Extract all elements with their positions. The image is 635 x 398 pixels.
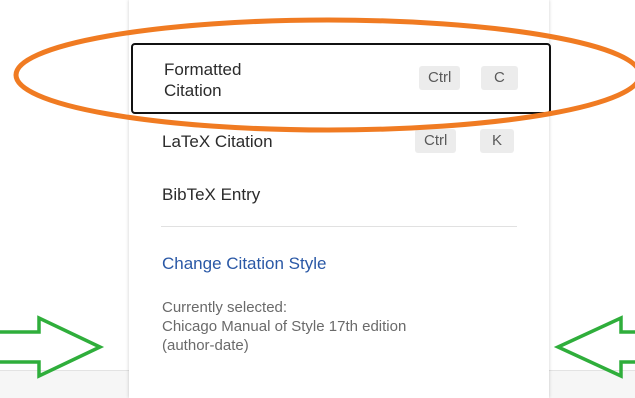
right-arrow-icon xyxy=(553,315,635,379)
bibtex-entry-item[interactable]: BibTeX Entry xyxy=(129,178,549,210)
formatted-citation-label-line1: Formatted xyxy=(164,60,242,79)
shortcut-k-key: K xyxy=(480,129,515,153)
latex-citation-label: LaTeX Citation xyxy=(162,132,273,151)
shortcut-c-key: C xyxy=(481,66,518,90)
shortcut-ctrl-key: Ctrl xyxy=(419,66,461,90)
screenshot-stage: Formatted Citation Ctrl C LaTeX Citation… xyxy=(0,0,635,398)
menu-divider xyxy=(161,226,517,227)
current-style-variant: (author-date) xyxy=(162,337,249,354)
formatted-citation-label-line2: Citation xyxy=(164,81,222,100)
bibtex-entry-label: BibTeX Entry xyxy=(162,185,261,204)
citation-menu: Formatted Citation Ctrl C LaTeX Citation… xyxy=(129,0,551,398)
current-style-name: Chicago Manual of Style 17th edition xyxy=(162,318,407,335)
latex-citation-item[interactable]: LaTeX Citation Ctrl K xyxy=(129,115,549,159)
formatted-citation-label: Formatted Citation xyxy=(164,59,304,101)
change-citation-style-link[interactable]: Change Citation Style xyxy=(162,254,326,274)
current-style-heading: Currently selected: xyxy=(162,299,288,316)
current-style-info: Currently selected: Chicago Manual of St… xyxy=(162,298,522,355)
left-arrow-icon xyxy=(0,315,105,379)
formatted-citation-item[interactable]: Formatted Citation Ctrl C xyxy=(131,43,551,114)
shortcut-ctrl-key: Ctrl xyxy=(415,129,457,153)
